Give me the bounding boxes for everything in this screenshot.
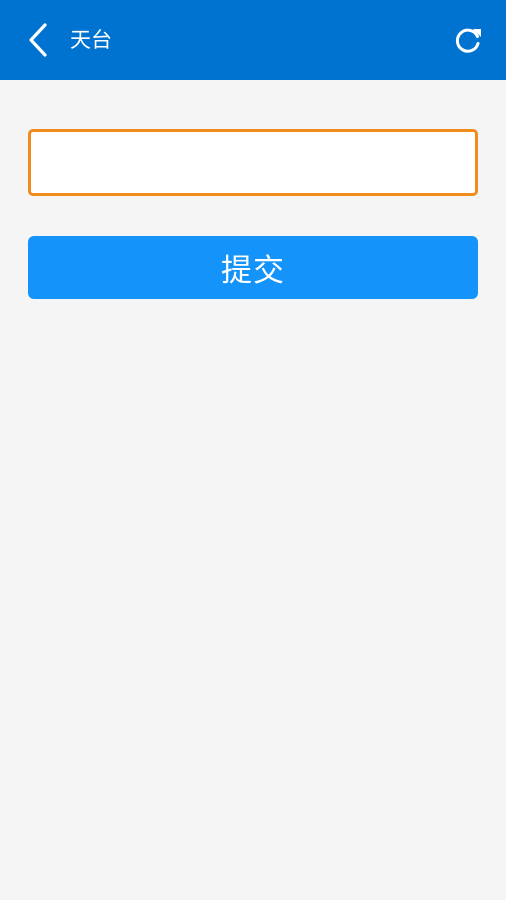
top-bar: 天台 bbox=[0, 0, 506, 80]
chevron-left-icon bbox=[29, 23, 47, 57]
back-button[interactable] bbox=[18, 18, 58, 62]
refresh-icon bbox=[455, 28, 481, 53]
refresh-button[interactable] bbox=[446, 18, 490, 62]
submit-button[interactable]: 提交 bbox=[28, 236, 478, 299]
main-content: 提交 bbox=[0, 80, 506, 900]
text-input-field[interactable] bbox=[28, 129, 478, 196]
page-title: 天台 bbox=[70, 28, 112, 52]
